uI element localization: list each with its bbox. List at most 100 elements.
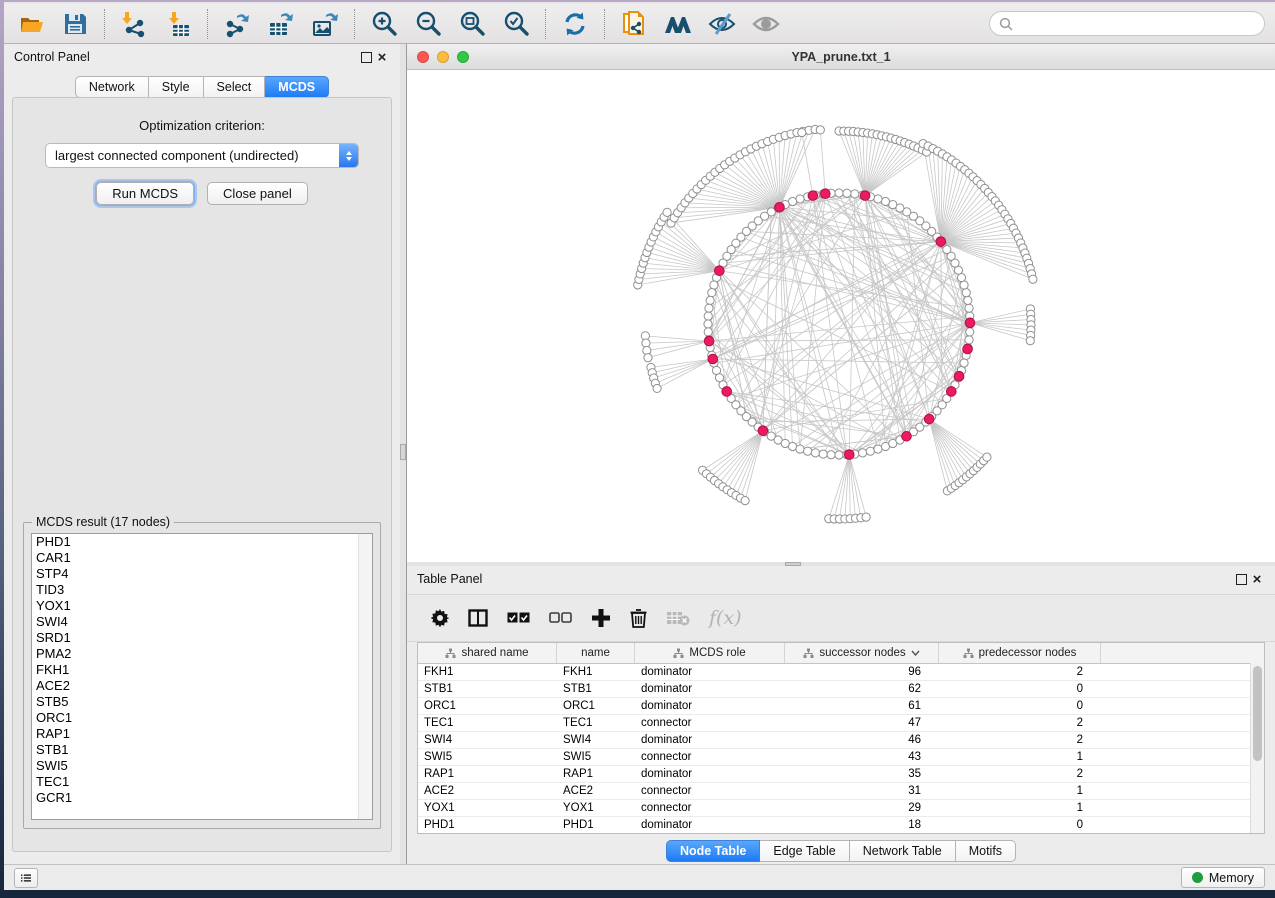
function-builder-button[interactable]: f(x) <box>709 607 742 629</box>
mcds-hub-node[interactable] <box>708 354 718 364</box>
scrollbar-thumb[interactable] <box>1253 666 1262 761</box>
export-table-button[interactable] <box>266 9 296 39</box>
network-node[interactable] <box>819 450 827 458</box>
export-image-button[interactable] <box>310 9 340 39</box>
open-session-button[interactable] <box>16 9 46 39</box>
column-header-mcds-role[interactable]: MCDS role <box>635 643 785 663</box>
hide-graphics-details-button[interactable] <box>707 9 737 39</box>
network-node[interactable] <box>788 442 796 450</box>
network-canvas[interactable] <box>407 70 1275 562</box>
show-graphics-details-button[interactable] <box>751 9 781 39</box>
network-node[interactable] <box>708 289 716 297</box>
cell-mcds-role[interactable]: dominator <box>635 700 785 712</box>
cell-successor-nodes[interactable]: 31 <box>785 785 939 797</box>
mcds-hub-node[interactable] <box>954 371 964 381</box>
mcds-hub-node[interactable] <box>715 266 725 276</box>
mcds-result-item[interactable]: CAR1 <box>32 550 372 566</box>
zoom-fit-button[interactable] <box>457 9 487 39</box>
cell-name[interactable]: FKH1 <box>557 666 635 678</box>
table-row[interactable]: FKH1FKH1dominator962 <box>418 664 1264 681</box>
tab-mcds[interactable]: MCDS <box>265 76 329 98</box>
cell-mcds-role[interactable]: dominator <box>635 768 785 780</box>
table-row[interactable]: RAP1RAP1dominator352 <box>418 766 1264 783</box>
maximize-window-icon[interactable] <box>457 51 469 63</box>
splitter-handle[interactable] <box>400 444 406 460</box>
network-node[interactable] <box>862 513 870 521</box>
mcds-hub-node[interactable] <box>808 191 818 201</box>
mcds-result-item[interactable]: GCR1 <box>32 790 372 806</box>
create-column-button[interactable] <box>591 608 611 628</box>
table-scrollbar[interactable] <box>1250 663 1264 833</box>
cell-mcds-role[interactable]: dominator <box>635 666 785 678</box>
cell-name[interactable]: STB1 <box>557 683 635 695</box>
network-node[interactable] <box>816 126 824 134</box>
network-node[interactable] <box>706 296 714 304</box>
cell-mcds-role[interactable]: connector <box>635 785 785 797</box>
minimize-window-icon[interactable] <box>437 51 449 63</box>
network-node[interactable] <box>835 451 843 459</box>
cell-shared-name[interactable]: FKH1 <box>418 666 557 678</box>
cell-successor-nodes[interactable]: 35 <box>785 768 939 780</box>
mcds-hub-node[interactable] <box>860 191 870 201</box>
network-node[interactable] <box>960 359 968 367</box>
first-neighbors-button[interactable] <box>663 9 693 39</box>
mcds-result-item[interactable]: STB5 <box>32 694 372 710</box>
close-panel-button[interactable]: × <box>374 49 390 65</box>
table-settings-button[interactable] <box>431 609 449 627</box>
cell-shared-name[interactable]: STB1 <box>418 683 557 695</box>
search-input[interactable] <box>1018 16 1255 32</box>
cell-shared-name[interactable]: PHD1 <box>418 819 557 831</box>
cell-name[interactable]: TEC1 <box>557 717 635 729</box>
network-node[interactable] <box>704 320 712 328</box>
cell-successor-nodes[interactable]: 96 <box>785 666 939 678</box>
network-node[interactable] <box>851 190 859 198</box>
mcds-hub-node[interactable] <box>902 431 912 441</box>
cell-predecessor-nodes[interactable]: 0 <box>939 819 1101 831</box>
column-header-predecessor-nodes[interactable]: predecessor nodes <box>939 643 1101 663</box>
network-node[interactable] <box>960 281 968 289</box>
cell-predecessor-nodes[interactable]: 2 <box>939 717 1101 729</box>
cell-successor-nodes[interactable]: 18 <box>785 819 939 831</box>
cell-predecessor-nodes[interactable]: 1 <box>939 785 1101 797</box>
cell-predecessor-nodes[interactable]: 1 <box>939 751 1101 763</box>
cell-mcds-role[interactable]: dominator <box>635 819 785 831</box>
memory-button[interactable]: Memory <box>1181 867 1265 888</box>
cell-predecessor-nodes[interactable]: 0 <box>939 683 1101 695</box>
cell-shared-name[interactable]: RAP1 <box>418 768 557 780</box>
network-node[interactable] <box>866 447 874 455</box>
cell-name[interactable]: ACE2 <box>557 785 635 797</box>
tab-motifs[interactable]: Motifs <box>956 840 1016 862</box>
mcds-result-item[interactable]: FKH1 <box>32 662 372 678</box>
column-header-shared-name[interactable]: shared name <box>418 643 557 663</box>
network-node[interactable] <box>653 384 661 392</box>
list-scrollbar[interactable] <box>358 534 372 819</box>
import-table-button[interactable] <box>163 9 193 39</box>
table-row[interactable]: TEC1TEC1connector472 <box>418 715 1264 732</box>
mcds-hub-node[interactable] <box>704 336 714 346</box>
mcds-hub-node[interactable] <box>936 237 946 247</box>
cell-successor-nodes[interactable]: 29 <box>785 802 939 814</box>
mcds-hub-node[interactable] <box>821 189 831 199</box>
network-node[interactable] <box>1026 337 1034 345</box>
export-network-button[interactable] <box>222 9 252 39</box>
mcds-result-list[interactable]: PHD1CAR1STP4TID3YOX1SWI4SRD1PMA2FKH1ACE2… <box>31 533 373 820</box>
tab-network[interactable]: Network <box>75 76 149 98</box>
mcds-result-item[interactable]: STP4 <box>32 566 372 582</box>
network-node[interactable] <box>1029 275 1037 283</box>
mcds-hub-node[interactable] <box>775 202 785 212</box>
tab-edge-table[interactable]: Edge Table <box>760 840 849 862</box>
network-window-titlebar[interactable]: YPA_prune.txt_1 <box>407 44 1275 70</box>
network-node[interactable] <box>827 451 835 459</box>
network-node[interactable] <box>644 354 652 362</box>
import-network-button[interactable] <box>119 9 149 39</box>
save-session-button[interactable] <box>60 9 90 39</box>
mcds-result-item[interactable]: ORC1 <box>32 710 372 726</box>
cell-name[interactable]: YOX1 <box>557 802 635 814</box>
search-box[interactable] <box>989 11 1265 36</box>
network-node[interactable] <box>796 445 804 453</box>
mcds-result-item[interactable]: PHD1 <box>32 534 372 550</box>
mcds-hub-node[interactable] <box>758 426 768 436</box>
cell-successor-nodes[interactable]: 46 <box>785 734 939 746</box>
mcds-hub-node[interactable] <box>946 387 956 397</box>
cell-shared-name[interactable]: ORC1 <box>418 700 557 712</box>
